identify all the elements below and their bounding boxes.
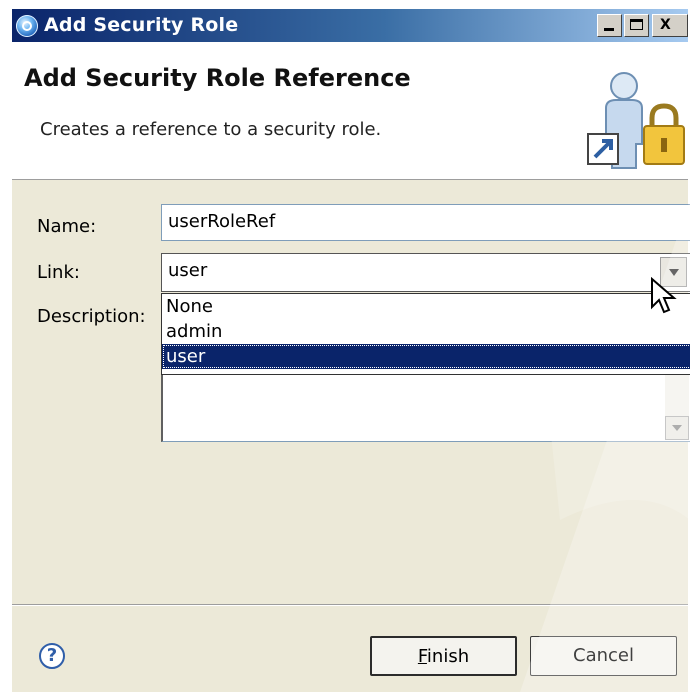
maximize-icon — [630, 19, 643, 30]
vertical-scrollbar[interactable] — [665, 374, 689, 440]
user-lock-icon — [587, 72, 685, 169]
finish-mnemonic: F — [417, 646, 427, 667]
app-icon — [16, 15, 38, 37]
name-label: Name: — [37, 216, 97, 237]
option-none[interactable]: None — [162, 294, 690, 319]
page-title: Add Security Role Reference — [24, 64, 411, 92]
minimize-icon — [604, 28, 614, 31]
name-input[interactable]: userRoleRef — [161, 204, 690, 241]
option-admin[interactable]: admin — [162, 319, 690, 344]
minimize-button[interactable] — [597, 14, 622, 37]
link-select[interactable]: user — [161, 253, 690, 292]
help-icon[interactable]: ? — [39, 643, 65, 669]
description-label: Description: — [37, 306, 146, 327]
link-label: Link: — [37, 262, 80, 283]
add-security-role-dialog: Add Security Role X Add Security Role Re… — [12, 9, 690, 692]
link-dropdown-list: None admin user — [161, 293, 690, 375]
cancel-button[interactable]: Cancel — [530, 636, 677, 676]
close-button[interactable]: X — [652, 14, 688, 37]
close-icon: X — [660, 17, 671, 33]
footer-separator — [12, 604, 688, 606]
header-banner: Add Security Role Reference Creates a re… — [12, 42, 688, 180]
maximize-button[interactable] — [624, 14, 649, 37]
scroll-down-icon[interactable] — [665, 416, 689, 440]
finish-button[interactable]: Finish — [370, 636, 517, 676]
finish-label: inish — [426, 646, 470, 667]
link-select-value: user — [168, 260, 208, 281]
window-title: Add Security Role — [44, 14, 239, 36]
mouse-pointer-icon — [651, 277, 677, 314]
title-bar[interactable]: Add Security Role X — [12, 9, 688, 42]
page-description: Creates a reference to a security role. — [40, 119, 382, 140]
option-user[interactable]: user — [162, 344, 690, 369]
